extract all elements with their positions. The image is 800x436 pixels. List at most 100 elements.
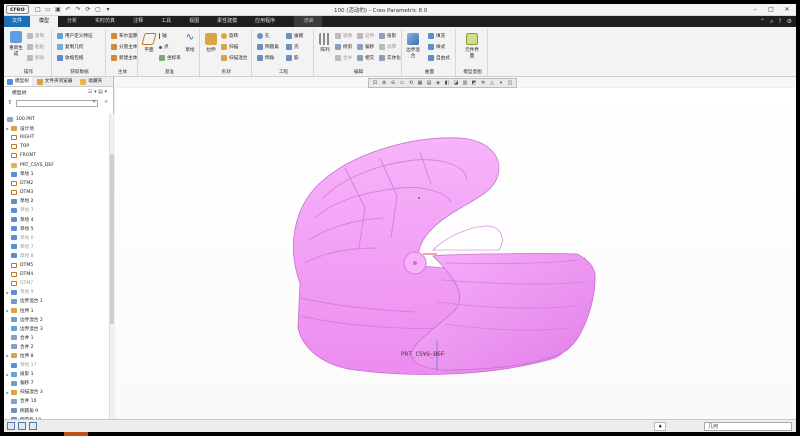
round-button[interactable]: 倒圆角 [257,44,279,50]
trim-button[interactable]: 修剪 [335,44,352,50]
tree-item[interactable]: FRONT [4,151,108,160]
shell-button[interactable]: 壳 [286,44,299,50]
hole-button[interactable]: 孔 [257,33,270,39]
group-label-shapes[interactable]: 形状 [202,69,251,75]
shrinkwrap-button[interactable]: 收缩包络 [57,55,83,61]
perspective-icon[interactable]: ◧ [443,80,451,87]
csys-button[interactable]: 坐标系 [159,55,181,61]
tree-item[interactable]: 边界混合 2 [4,315,108,324]
plane-button[interactable]: 平面 [141,33,157,53]
group-label-engineering[interactable]: 工程 [254,69,313,75]
tree-item[interactable]: ▸ 草绘 9 [4,288,108,297]
selection-filter-toggle[interactable]: ♦ [654,422,667,431]
add-item-icon[interactable]: + [104,99,108,105]
group-label-editing[interactable]: 编辑 [316,69,401,75]
settings-icon[interactable]: ⚙ [787,18,792,25]
tab-model-tree[interactable]: 模型树 [4,77,32,86]
clear-search-icon[interactable]: ✕ [92,99,96,105]
thicken-button[interactable]: 加厚 [379,44,396,50]
regenerate-icon[interactable]: ⟳ [84,6,92,14]
tree-item[interactable]: DTM4 [4,270,108,279]
tab-live-simulation[interactable]: 实时仿真 [86,16,124,27]
repaint-icon[interactable]: ▭ [398,80,406,87]
tree-item[interactable]: 100.PRT [4,115,108,124]
tree-item[interactable]: ▸ 拉伸 8 [4,351,108,360]
tree-item[interactable]: 草绘 17 [4,361,108,370]
new-body-button[interactable]: 新建主体 [111,55,137,61]
udf-button[interactable]: 用户定义特征 [57,33,93,39]
graphics-viewport[interactable]: PRT_CSYS_DEF [115,88,796,419]
copy-button[interactable]: 复制 [27,33,44,39]
style-button[interactable]: 样式 [428,44,445,50]
tree-item[interactable]: 边界混合 1 [4,297,108,306]
merge-button[interactable]: 合并 [335,55,352,61]
tree-item[interactable]: DTM2 [4,179,108,188]
group-label-model-intent[interactable]: 模型意图 [458,69,487,75]
group-label-surfaces[interactable]: 曲面 [404,69,455,75]
tree-item[interactable]: 边界混合 3 [4,324,108,333]
close-icon[interactable]: ✕ [782,5,792,14]
tree-item[interactable]: ▸ 扫描混合 3 [4,388,108,397]
tree-item[interactable]: 草绘 5 [4,224,108,233]
sketch-button[interactable]: ∿ 草绘 [182,33,198,54]
axis-button[interactable]: 轴 [159,33,167,39]
tree-item[interactable]: ▸ 投影 1 [4,370,108,379]
zoom-fit-icon[interactable]: ⊡ [371,80,379,87]
rib-button[interactable]: 筋 [286,55,299,61]
tree-item[interactable]: ▸ 设计项 [4,124,108,133]
tree-item[interactable]: 草绘 3 [4,206,108,215]
zoom-out-icon[interactable]: ⊖ [389,80,397,87]
paste-button[interactable]: 粘贴 [27,44,44,50]
tree-item[interactable]: 合并 10 [4,397,108,406]
collapse-ribbon-icon[interactable]: ⌃ [760,18,765,25]
copy-geometry-button[interactable]: 复制几何 [57,44,83,50]
view-manager-icon[interactable]: ▤ [425,80,433,87]
show-navigator-icon[interactable] [7,422,15,430]
undo-icon[interactable]: ↶ [64,6,72,14]
spin-center-icon[interactable]: ✲ [479,80,487,87]
swept-blend-button[interactable]: 扫描混合 [221,55,247,61]
display-style-icon[interactable]: ◈ [434,80,442,87]
project-button[interactable]: 投影 [379,33,396,39]
tab-render[interactable]: 渲染 [294,16,323,27]
expand-arrow-icon[interactable]: ▸ [4,353,11,358]
regenerate-button[interactable]: 重新生成 [8,31,24,57]
chamfer-button[interactable]: 倒角 [257,55,274,61]
customize-icon[interactable]: ▾ [104,6,112,14]
split-body-button[interactable]: 分割主体 [111,44,137,50]
saved-views-icon[interactable]: ▦ [416,80,424,87]
annotation-display-icon[interactable]: ◩ [470,80,478,87]
mirror-button[interactable]: 镜像 [335,33,352,39]
intersect-button[interactable]: 相交 [357,55,374,61]
group-label-get-data[interactable]: 获取数据 [54,69,105,75]
tree-item[interactable]: 草绘 7 [4,242,108,251]
datum-display-icon[interactable]: ▥ [461,80,469,87]
tree-item[interactable]: 草绘 1 [4,170,108,179]
reorient-icon[interactable]: ⟲ [407,80,415,87]
tree-item[interactable]: 草绘 2 [4,197,108,206]
show-browser-icon[interactable] [18,422,26,430]
expand-arrow-icon[interactable]: ▸ [4,372,11,377]
tree-item[interactable]: DTM7 [4,279,108,288]
sweep-button[interactable]: 扫描 [221,44,238,50]
smart-filter-select[interactable]: 几何 [704,422,792,431]
pattern-button[interactable]: 阵列 [317,33,333,53]
helmet-model[interactable]: PRT_CSYS_DEF [115,88,796,419]
tab-model[interactable]: 模型 [30,16,59,27]
fill-button[interactable]: 填充 [428,33,445,39]
tree-item[interactable]: PRT_CSYS_DEF [4,160,108,169]
expand-arrow-icon[interactable]: ▸ [4,390,11,395]
point-display-icon[interactable]: △ [488,80,496,87]
tab-analysis[interactable]: 分析 [58,16,86,27]
minimize-icon[interactable]: – [750,5,760,14]
tree-item[interactable]: 草绘 8 [4,251,108,260]
appearance-icon[interactable]: ◫ [506,80,514,87]
tree-item[interactable]: TOP [4,142,108,151]
tree-item[interactable]: 草绘 6 [4,233,108,242]
offset-button[interactable]: 偏移 [357,44,374,50]
tree-scrollbar[interactable] [109,114,114,419]
tree-item[interactable]: 倒圆角 9 [4,406,108,415]
window-icon[interactable]: ▢ [94,6,102,14]
group-label-body[interactable]: 主体 [108,69,137,75]
tree-item[interactable]: DTM3 [4,188,108,197]
